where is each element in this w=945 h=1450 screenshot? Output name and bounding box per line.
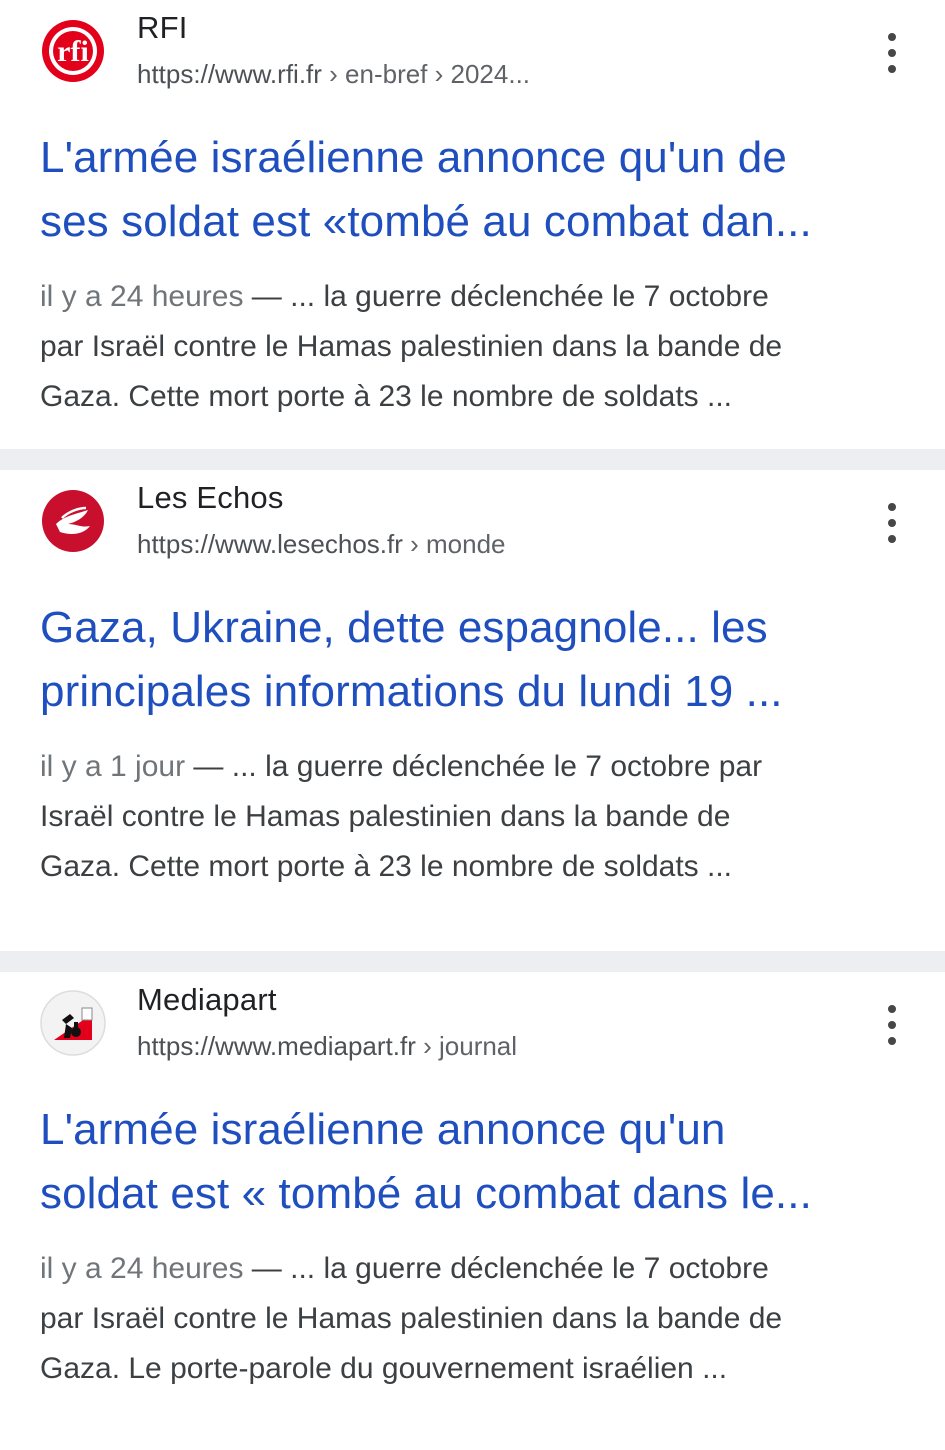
result-date: il y a 1 jour [40,750,186,783]
snippet-line: par Israël contre le Hamas palestinien d… [40,1302,783,1335]
more-options-icon[interactable] [877,503,907,543]
snippet-line: — ... la guerre déclenchée le 7 octobre … [185,750,763,783]
snippet-line: Gaza. Cette mort porte à 23 le nombre de… [40,380,733,413]
snippet-line: Israël contre le Hamas palestinien dans … [40,800,731,833]
title-line: L'armée israélienne annonce qu'un [40,1105,726,1154]
url-base: https://www.rfi.fr [137,59,322,89]
url-base: https://www.mediapart.fr [137,1031,416,1061]
result-snippet: il y a 1 jour — ... la guerre déclenchée… [40,742,910,892]
title-line: Gaza, Ukraine, dette espagnole... les [40,603,768,652]
title-line: principales informations du lundi 19 ... [40,667,783,716]
result-title-link[interactable]: Gaza, Ukraine, dette espagnole... les pr… [40,596,918,724]
svg-text:rfi: rfi [57,35,89,68]
url-path: › monde [402,529,506,559]
source-name[interactable]: Les Echos [137,480,284,516]
source-url[interactable]: https://www.lesechos.fr › monde [137,529,506,560]
more-options-icon[interactable] [877,1005,907,1045]
result-date: il y a 24 heures [40,280,244,313]
snippet-line: par Israël contre le Hamas palestinien d… [40,330,783,363]
lesechos-logo-icon[interactable] [40,488,106,554]
snippet-line: Gaza. Cette mort porte à 23 le nombre de… [40,850,733,883]
search-result-lesechos: Les Echos https://www.lesechos.fr › mond… [0,470,945,951]
more-options-icon[interactable] [877,33,907,73]
result-date: il y a 24 heures [40,1252,244,1285]
source-name[interactable]: RFI [137,10,188,46]
url-path: › en-bref › 2024... [321,59,531,89]
search-result-rfi: rfi RFI https://www.rfi.fr › en-bref › 2… [0,0,945,449]
snippet-line: — ... la guerre déclenchée le 7 octobre [243,280,769,313]
result-title-link[interactable]: L'armée israélienne annonce qu'un soldat… [40,1098,918,1226]
result-snippet: il y a 24 heures — ... la guerre déclenc… [40,1244,910,1394]
results-divider [0,449,945,470]
title-line: ses soldat est «tombé au combat dan... [40,197,812,246]
url-base: https://www.lesechos.fr [137,529,403,559]
url-path: › journal [415,1031,518,1061]
source-url[interactable]: https://www.mediapart.fr › journal [137,1031,517,1062]
title-line: soldat est « tombé au combat dans le... [40,1169,812,1218]
rfi-logo-icon[interactable]: rfi [40,18,106,84]
result-title-link[interactable]: L'armée israélienne annonce qu'un de ses… [40,126,918,254]
title-line: L'armée israélienne annonce qu'un de [40,133,787,182]
mediapart-logo-icon[interactable] [40,990,106,1056]
source-name[interactable]: Mediapart [137,982,277,1018]
source-url[interactable]: https://www.rfi.fr › en-bref › 2024... [137,59,530,90]
search-result-mediapart: Mediapart https://www.mediapart.fr › jou… [0,972,945,1450]
result-snippet: il y a 24 heures — ... la guerre déclenc… [40,272,910,422]
snippet-line: Gaza. Le porte-parole du gouvernement is… [40,1352,728,1385]
results-divider [0,951,945,972]
snippet-line: — ... la guerre déclenchée le 7 octobre [243,1252,769,1285]
